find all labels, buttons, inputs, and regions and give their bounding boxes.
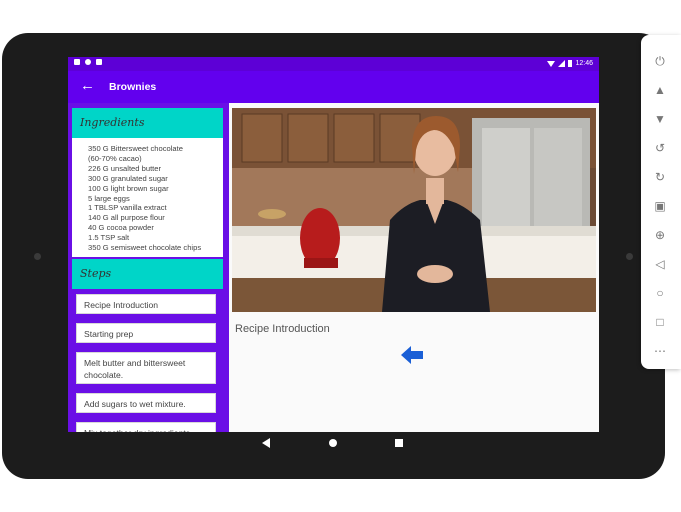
step-item-4[interactable]: Mix together dry ingredients. — [76, 422, 216, 432]
ingredient-item: 40 G cocoa powder — [88, 223, 154, 233]
recents-square-icon[interactable] — [395, 439, 403, 447]
arrow-left-icon[interactable]: ← — [80, 77, 95, 94]
home-circle-icon[interactable] — [328, 438, 338, 448]
ingredient-item: 100 G light brown sugar — [88, 183, 169, 193]
ingredient-item: (60-70% cacao) — [88, 153, 142, 163]
globe-icon — [85, 59, 91, 65]
app-bar: ← Brownies — [68, 71, 599, 103]
steps-header: Steps — [72, 259, 223, 289]
step-item-3[interactable]: Add sugars to wet mixture. — [76, 393, 216, 413]
signal-icon — [558, 59, 566, 67]
ingredient-item: 5 large eggs — [88, 193, 130, 203]
notification-icon — [74, 59, 80, 65]
video-player[interactable] — [232, 108, 596, 312]
step-item-0[interactable]: Recipe Introduction — [76, 294, 216, 314]
previous-step-button[interactable] — [401, 344, 423, 370]
battery-icon — [568, 60, 573, 67]
ingredient-item: 226 G unsalted butter — [88, 163, 162, 173]
steps-header-label: Steps — [80, 267, 112, 280]
arrow-left-icon — [401, 346, 423, 364]
ingredients-header-label: Ingredients — [80, 116, 145, 129]
home-icon[interactable]: ○ — [652, 285, 668, 301]
sensor-dot — [626, 253, 633, 260]
volume-up-icon[interactable]: ▲ — [652, 82, 668, 98]
rotate-right-icon[interactable]: ↻ — [652, 169, 668, 185]
ingredient-item: 300 G granulated sugar — [88, 173, 168, 183]
ingredient-item: 1.5 TSP salt — [88, 233, 130, 243]
ingredient-item: 350 G semisweet chocolate chips — [88, 243, 202, 253]
ingredients-header: Ingredients — [72, 108, 223, 138]
power-icon[interactable]: ⏻ — [652, 53, 668, 69]
navigation-bar — [242, 436, 422, 452]
ingredient-item: 140 G all purpose flour — [88, 213, 165, 223]
video-frame-image — [232, 108, 596, 312]
step-item-1[interactable]: Starting prep — [76, 323, 216, 343]
camera-icon[interactable]: ▣ — [652, 198, 668, 214]
rotate-left-icon[interactable]: ↺ — [652, 140, 668, 156]
step-detail-pane: Recipe Introduction — [229, 103, 599, 432]
status-bar: 12:46 — [68, 57, 599, 71]
recipe-sidebar: Ingredients 350 G Bittersweet chocolate … — [68, 103, 229, 432]
ingredients-list: 350 G Bittersweet chocolate (60-70% caca… — [72, 138, 223, 257]
back-triangle-icon[interactable] — [262, 438, 270, 448]
step-item-2[interactable]: Melt butter and bittersweet chocolate. — [76, 352, 216, 384]
device-screen: 12:46 ← Brownies Ingredients 350 G Bitte… — [68, 57, 599, 432]
emulator-sidebar: ⏻ ▲ ▼ ↺ ↻ ▣ ⊕ ◁ ○ □ ⋯ — [641, 35, 681, 369]
sd-card-icon — [96, 59, 102, 65]
wifi-icon — [547, 60, 556, 67]
back-icon[interactable]: ◁ — [652, 256, 668, 272]
step-title: Recipe Introduction — [235, 323, 330, 335]
volume-down-icon[interactable]: ▼ — [652, 111, 668, 127]
ingredient-item: 1 TBLSP vanilla extract — [88, 203, 167, 213]
camera-dot — [34, 253, 41, 260]
page-title: Brownies — [109, 81, 157, 93]
ingredient-item: 350 G Bittersweet chocolate — [88, 144, 183, 153]
status-time: 12:46 — [575, 59, 593, 67]
overview-icon[interactable]: □ — [652, 314, 668, 330]
zoom-icon[interactable]: ⊕ — [652, 227, 668, 243]
more-icon[interactable]: ⋯ — [652, 343, 668, 359]
